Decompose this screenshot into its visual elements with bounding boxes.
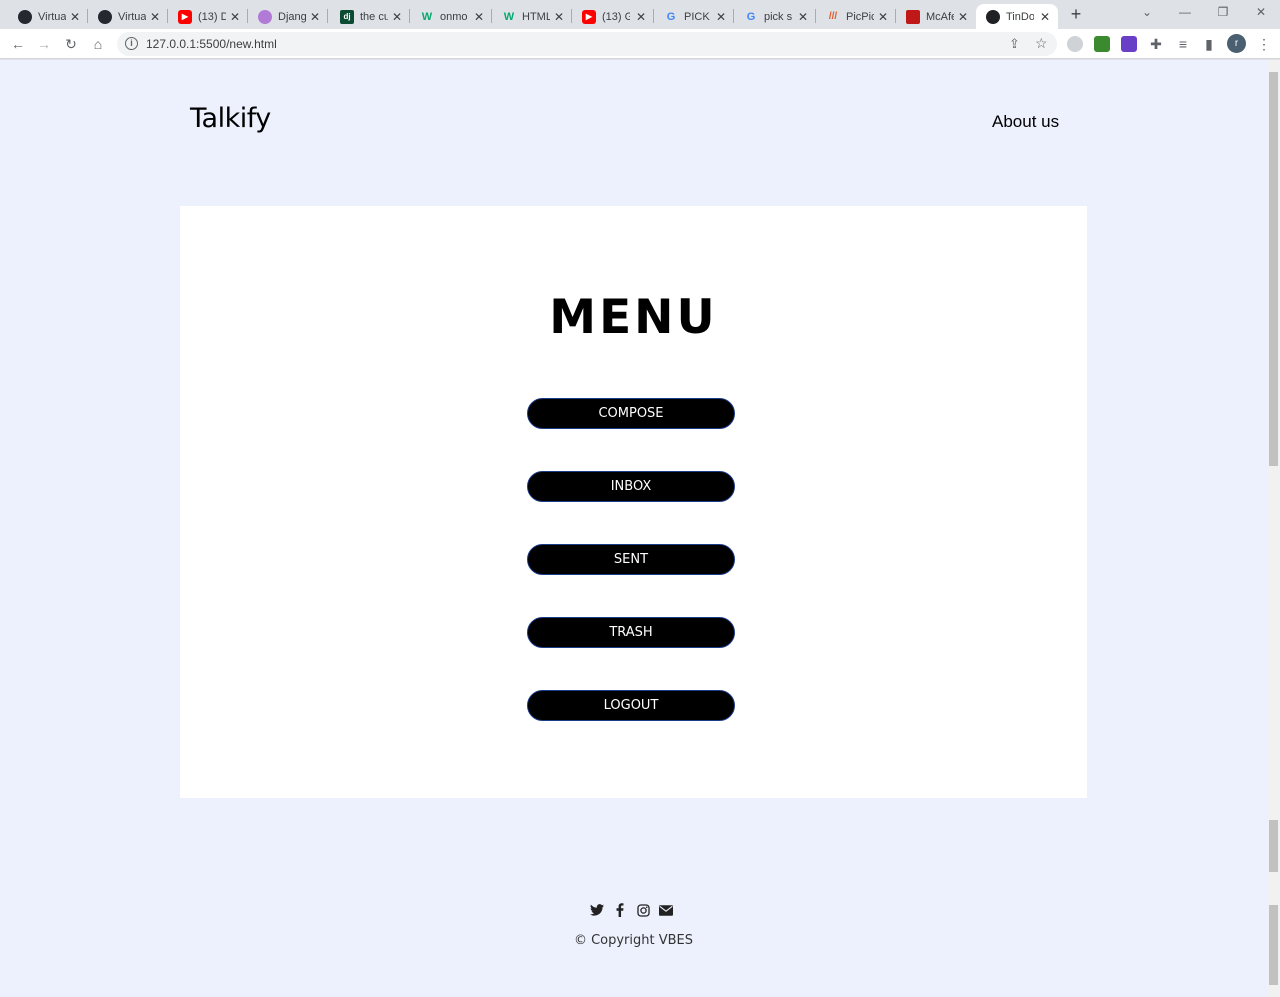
minimize-button[interactable]: — (1175, 5, 1195, 21)
logout-button[interactable]: LOGOUT (527, 690, 735, 721)
extension-shield-icon[interactable] (1121, 36, 1137, 52)
tab-title: Virtua (118, 10, 146, 23)
facebook-icon[interactable] (613, 903, 627, 917)
about-us-link[interactable]: About us (992, 112, 1059, 132)
menu-card: MENU COMPOSE INBOX SENT TRASH LOGOUT (180, 206, 1087, 798)
tab-title: the cu (360, 10, 388, 23)
side-panel-icon[interactable]: ▮ (1200, 35, 1218, 53)
tab[interactable]: Djang ✕ (248, 4, 328, 29)
tab-title: TinDo (1006, 10, 1034, 23)
mcafee-icon (906, 9, 920, 24)
close-icon[interactable]: ✕ (876, 10, 890, 24)
tab-active[interactable]: TinDo ✕ (976, 4, 1058, 29)
profile-avatar[interactable]: r (1227, 34, 1246, 53)
tab-title: Djang (278, 10, 306, 23)
home-icon[interactable]: ⌂ (89, 35, 107, 53)
close-icon[interactable]: ✕ (148, 10, 162, 24)
kebab-menu-icon[interactable]: ⋮ (1255, 35, 1273, 53)
brand-logo[interactable]: Talkify (190, 103, 271, 134)
tab-title: PICK F (684, 10, 712, 23)
maximize-button[interactable]: ❐ (1213, 5, 1233, 21)
tab[interactable]: /// PicPic ✕ (816, 4, 896, 29)
close-icon[interactable]: ✕ (552, 10, 566, 24)
picpick-icon: /// (828, 11, 838, 22)
tab-title: onmo (440, 10, 468, 23)
envelope-icon[interactable] (659, 903, 673, 917)
reading-list-icon[interactable]: ≡ (1174, 35, 1192, 53)
address-bar[interactable]: i 127.0.0.1:5500/new.html ⇪ ☆ (117, 32, 1057, 56)
new-tab-button[interactable]: + (1066, 4, 1086, 24)
tab[interactable]: ▶ (13) G ✕ (572, 4, 654, 29)
scrollbar-marker (1269, 820, 1278, 872)
scrollbar-marker (1269, 905, 1278, 985)
tab[interactable]: dj the cu ✕ (330, 4, 410, 29)
tab[interactable]: G PICK F ✕ (654, 4, 734, 29)
github-icon (98, 9, 112, 24)
tab-title: Virtua (38, 10, 66, 23)
tab-title: HTML (522, 10, 550, 23)
bookmark-star-icon[interactable]: ☆ (1035, 35, 1048, 52)
share-icon[interactable]: ⇪ (1009, 36, 1020, 52)
tab-title: PicPic (846, 10, 874, 23)
tab-strip: Virtua ✕ Virtua ✕ ▶ (13) D ✕ Djang ✕ dj … (0, 0, 1280, 29)
close-icon[interactable]: ✕ (390, 10, 404, 24)
close-icon[interactable]: ✕ (956, 10, 970, 24)
page-scrollbar[interactable] (1267, 60, 1280, 997)
back-icon[interactable]: ← (9, 35, 27, 53)
youtube-icon: ▶ (178, 9, 192, 24)
django-icon: dj (340, 9, 354, 24)
w3schools-icon: W (503, 10, 515, 23)
youtube-icon: ▶ (582, 9, 596, 24)
close-icon[interactable]: ✕ (228, 10, 242, 24)
inbox-button[interactable]: INBOX (527, 471, 735, 502)
close-icon[interactable]: ✕ (68, 10, 82, 24)
scrollbar-thumb[interactable] (1269, 72, 1278, 466)
extension-bug-icon[interactable] (1067, 36, 1083, 52)
close-icon[interactable]: ✕ (634, 10, 648, 24)
tab[interactable]: Virtua ✕ (8, 4, 88, 29)
close-icon[interactable]: ✕ (796, 10, 810, 24)
site-info-icon[interactable]: i (125, 37, 138, 50)
tab[interactable]: Virtua ✕ (88, 4, 168, 29)
google-icon: G (666, 10, 676, 23)
tab-title: (13) D (198, 10, 226, 23)
extensions-puzzle-icon[interactable]: ✚ (1147, 35, 1165, 53)
extension-html-icon[interactable] (1094, 36, 1110, 52)
browser-toolbar: ← → ↻ ⌂ i 127.0.0.1:5500/new.html ⇪ ☆ ✚ … (0, 29, 1280, 59)
social-links (590, 903, 673, 917)
url-text[interactable]: 127.0.0.1:5500/new.html (146, 37, 277, 51)
tab[interactable]: W HTML ✕ (492, 4, 572, 29)
page-viewport: Talkify About us MENU COMPOSE INBOX SENT… (0, 60, 1267, 997)
forward-icon[interactable]: → (35, 35, 53, 53)
trash-button[interactable]: TRASH (527, 617, 735, 648)
w3schools-icon: W (421, 10, 433, 23)
reload-icon[interactable]: ↻ (62, 35, 80, 53)
close-icon[interactable]: ✕ (308, 10, 322, 24)
menu-title: MENU (549, 290, 718, 345)
google-icon: G (746, 10, 756, 23)
close-icon[interactable]: ✕ (1038, 10, 1052, 24)
tab[interactable]: McAfe ✕ (896, 4, 976, 29)
tab-title: (13) G (602, 10, 630, 23)
twitter-icon[interactable] (590, 903, 604, 917)
tab-title: pick s (764, 10, 792, 23)
tab-title: McAfe (926, 10, 954, 23)
avatar-icon (258, 9, 272, 24)
tab[interactable]: ▶ (13) D ✕ (168, 4, 248, 29)
instagram-icon[interactable] (636, 903, 650, 917)
close-window-button[interactable]: ✕ (1251, 5, 1271, 21)
close-icon[interactable]: ✕ (714, 10, 728, 24)
tab[interactable]: G pick s ✕ (734, 4, 816, 29)
copyright-text: © Copyright VBES (573, 933, 694, 948)
tab[interactable]: W onmo ✕ (410, 4, 492, 29)
tab-search-icon[interactable]: ⌄ (1137, 5, 1157, 21)
globe-icon (986, 9, 1000, 24)
compose-button[interactable]: COMPOSE (527, 398, 735, 429)
github-icon (18, 9, 32, 24)
close-icon[interactable]: ✕ (472, 10, 486, 24)
sent-button[interactable]: SENT (527, 544, 735, 575)
